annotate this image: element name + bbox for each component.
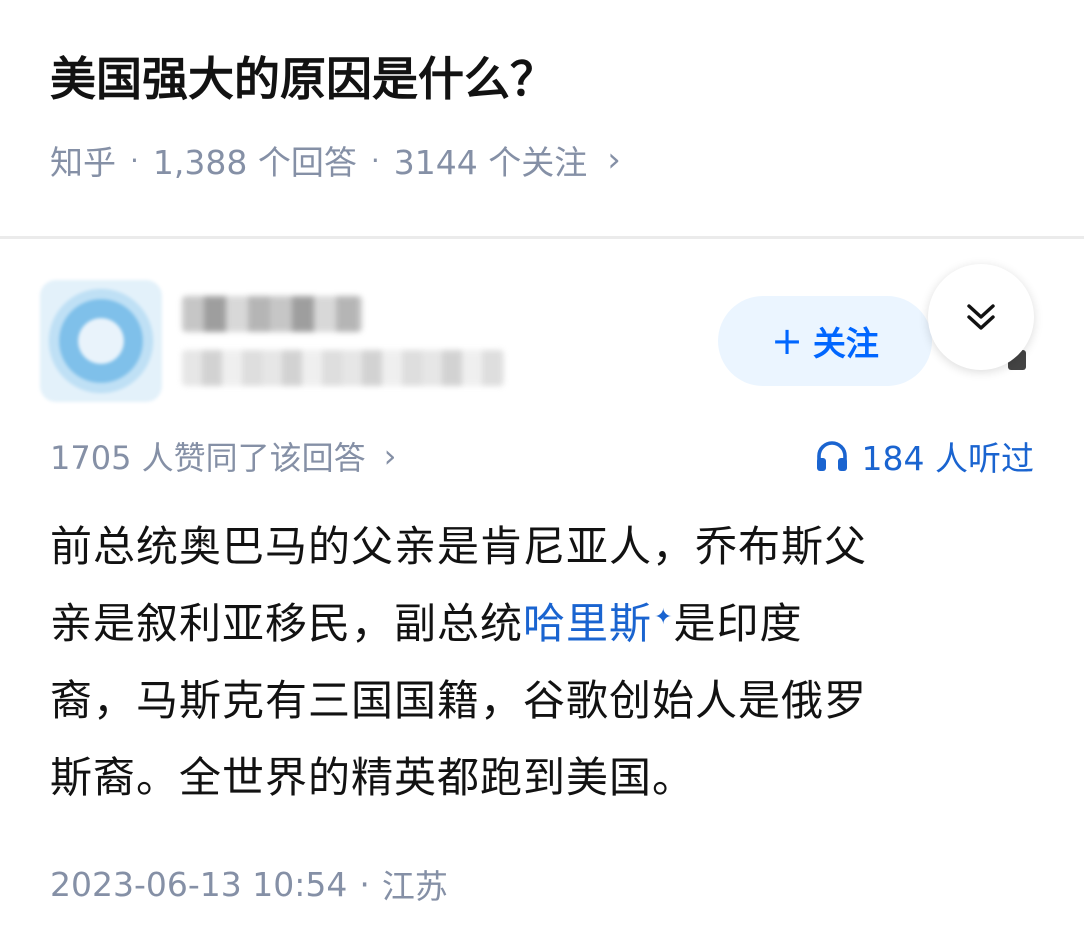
source-label: 知乎 <box>50 143 116 182</box>
followers-count: 3144 个关注 <box>393 143 588 182</box>
answer-line: 前总统奥巴马的父亲是肯尼亚人，乔布斯父 <box>50 522 868 571</box>
question-meta[interactable]: 知乎 · 1,388 个回答 · 3144 个关注 › <box>50 132 621 188</box>
answer-text-segment: 亲是叙利亚移民，副总统 <box>50 599 524 648</box>
answer-content[interactable]: 前总统奥巴马的父亲是肯尼亚人，乔布斯父 亲是叙利亚移民，副总统哈里斯✦是印度 裔… <box>50 508 1040 816</box>
footer-separator: · <box>359 864 370 904</box>
author-bio-blurred <box>182 350 504 386</box>
answer-line: 亲是叙利亚移民，副总统哈里斯✦是印度 <box>50 585 1040 662</box>
plus-icon: + <box>771 319 803 363</box>
answer-footer: 2023-06-13 10:54 · 江苏 <box>50 858 448 910</box>
collapse-button[interactable] <box>928 264 1034 370</box>
chevron-double-down-icon <box>967 304 995 330</box>
meta-separator: · <box>130 143 139 177</box>
follow-button[interactable]: + 关注 <box>718 296 932 386</box>
answer-line: 斯裔。全世界的精英都跑到美国。 <box>50 753 696 802</box>
headphones-icon <box>816 441 847 471</box>
keyword-link-harris[interactable]: 哈里斯 <box>523 599 652 648</box>
section-divider <box>0 236 1084 239</box>
votes-row[interactable]: 1705 人赞同了该回答 › <box>50 430 396 482</box>
post-datetime: 2023-06-13 10:54 <box>50 864 348 904</box>
post-location: 江苏 <box>381 867 448 906</box>
listen-text: 184 人听过 <box>861 439 1034 478</box>
follow-label: 关注 <box>812 324 879 363</box>
meta-separator: · <box>370 143 380 177</box>
answers-count: 1,388 个回答 <box>152 143 357 182</box>
votes-text: 1705 人赞同了该回答 <box>50 439 366 477</box>
answer-text-segment: 是印度 <box>673 599 803 648</box>
author-name-blurred[interactable] <box>182 296 362 332</box>
answer-line: 裔，马斯克有三国国籍，谷歌创始人是俄罗 <box>50 676 868 725</box>
listen-row[interactable]: 184 人听过 <box>814 430 1034 482</box>
chevron-right-icon: › <box>383 437 397 475</box>
sparkle-icon: ✦ <box>654 605 674 630</box>
question-title[interactable]: 美国强大的原因是什么？ <box>50 44 556 114</box>
chevron-right-icon: › <box>607 140 621 180</box>
avatar-icon[interactable] <box>40 280 162 402</box>
